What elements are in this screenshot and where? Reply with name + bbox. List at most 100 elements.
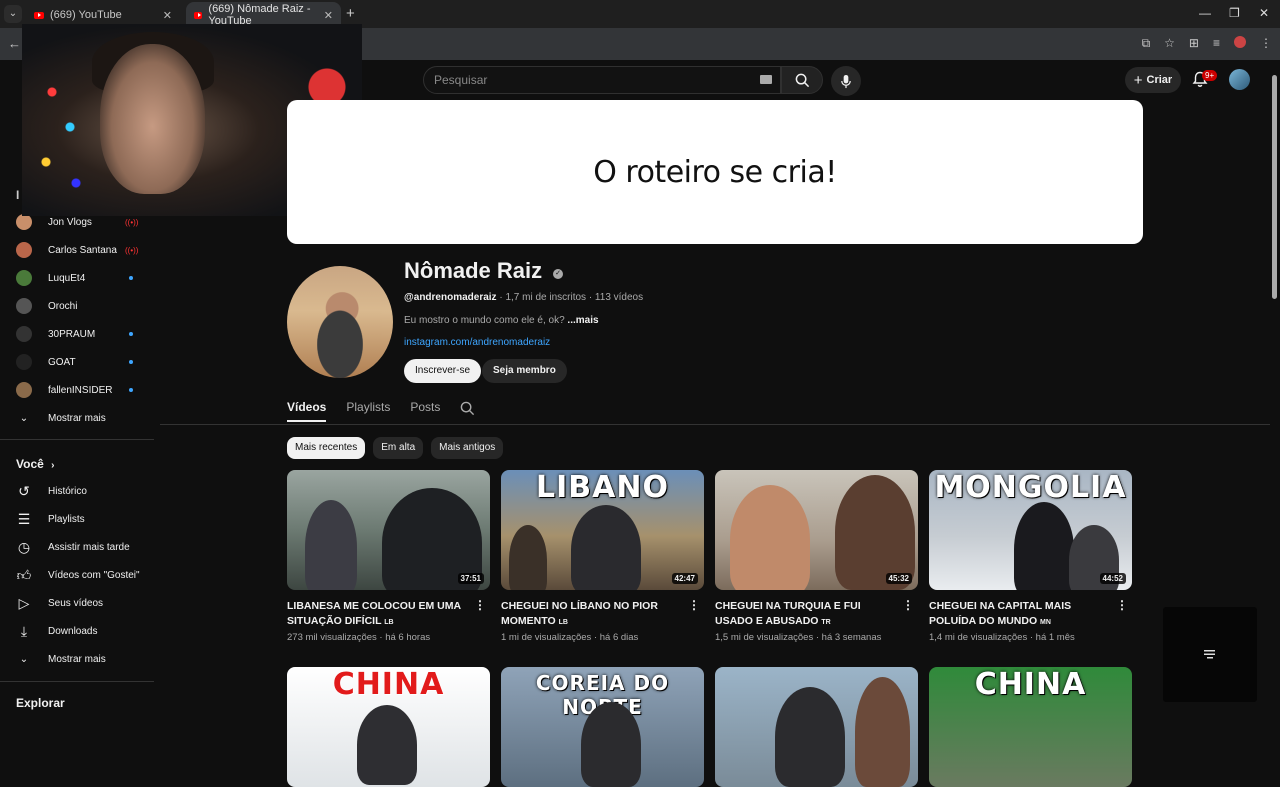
thumbnail-person [730,485,810,590]
menu-kebab-icon[interactable]: ⋮ [1260,36,1272,51]
you-section-heading[interactable]: Você › [16,457,54,471]
sidebar-subscription-item[interactable]: Carlos Santana ((•)) [0,236,155,264]
video-meta: 1,5 mi de visualizações · há 3 semanas [715,632,882,643]
channel-avatar-icon [16,354,32,370]
minimize-icon[interactable]: — [1199,6,1211,20]
subscriptions-show-more[interactable]: ⌄ Mostrar mais [0,404,155,432]
subscribe-button[interactable]: Inscrever-se [404,359,482,383]
video-thumbnail[interactable]: 37:51 [287,470,490,590]
sidebar-item-playlist[interactable]: ☰ Playlists [0,505,155,533]
channel-description[interactable]: Eu mostro o mundo como ele é, ok? ...mai… [404,315,599,326]
video-card[interactable]: LIBANO 42:47 CHEGUEI NO LÍBANO NO PIOR M… [501,470,704,643]
sidebar-subscription-item[interactable]: 30PRAUM [0,320,155,348]
miniplayer[interactable] [1163,607,1257,702]
video-thumbnail[interactable] [715,667,918,787]
chip-oldest[interactable]: Mais antigos [431,437,504,459]
extensions-icon[interactable]: ⊞ [1189,36,1199,51]
sidebar-subscription-item[interactable]: GOAT [0,348,155,376]
channel-avatar [16,326,32,342]
you-show-more[interactable]: ⌄ Mostrar mais [0,645,155,673]
video-menu-icon[interactable]: ⋮ [902,598,914,612]
video-thumbnail[interactable]: 45:32 [715,470,918,590]
tab-search-button[interactable]: ⌄ [4,5,22,23]
search-input[interactable]: Pesquisar [423,66,781,94]
new-tab-button[interactable]: + [346,5,355,22]
video-thumbnail[interactable]: CHINA [287,667,490,787]
video-title[interactable]: CHEGUEI NA TURQUIA E FUI USADO E ABUSADO… [715,599,895,630]
sidebar-item-label: Downloads [48,625,98,637]
sidebar-item-history[interactable]: ↺ Histórico [0,477,155,505]
queue-icon[interactable] [1203,648,1217,660]
tab-posts[interactable]: Posts [410,400,440,422]
explore-section-heading: Explorar [16,696,65,710]
media-controls-icon[interactable]: ≡ [1213,36,1220,51]
subscription-name: Jon Vlogs [48,216,92,228]
back-arrow-icon[interactable]: ← [8,36,21,51]
chip-popular[interactable]: Em alta [373,437,424,459]
sidebar-item-label: Seus vídeos [48,597,104,609]
youtube-favicon-icon [194,11,203,19]
video-thumbnail[interactable]: COREIA DO NORTE [501,667,704,787]
search-button[interactable] [781,66,823,94]
video-card[interactable]: 37:51 LIBANESA ME COLOCOU EM UMA SITUAÇÃ… [287,470,490,643]
video-title[interactable]: CHEGUEI NA CAPITAL MAIS POLUÍDA DO MUNDO… [929,599,1109,630]
new-content-dot-icon [129,388,133,392]
tab-videos[interactable]: Vídeos [287,400,327,422]
channel-name: Nômade Raiz [404,258,543,283]
video-card[interactable]: COREIA DO NORTE [501,667,704,787]
subscription-name: 30PRAUM [48,328,96,340]
sidebar-divider [0,439,154,440]
close-tab-icon[interactable]: ✕ [324,9,333,22]
video-card[interactable]: MONGOLIA 44:52 CHEGUEI NA CAPITAL MAIS P… [929,470,1132,643]
video-card[interactable]: CHINA [929,667,1132,787]
tab-playlists[interactable]: Playlists [346,400,390,422]
sidebar-subscription-item[interactable]: LuquEt4 [0,264,155,292]
video-menu-icon[interactable]: ⋮ [474,598,486,612]
video-menu-icon[interactable]: ⋮ [688,598,700,612]
history-icon: ↺ [18,482,30,499]
voice-search-button[interactable] [831,66,861,96]
channel-link[interactable]: instagram.com/andrenomaderaiz [404,337,550,348]
sidebar-subscription-item[interactable]: fallenINSIDER [0,376,155,404]
channel-avatar-icon [16,214,32,230]
maximize-icon[interactable]: ❐ [1229,6,1240,20]
chevron-down-icon: ⌄ [19,412,29,424]
keyboard-icon[interactable] [760,75,772,84]
video-card[interactable] [715,667,918,787]
video-duration: 42:47 [671,573,698,584]
video-thumbnail[interactable]: MONGOLIA 44:52 [929,470,1132,590]
video-title[interactable]: CHEGUEI NO LÍBANO NO PIOR MOMENTO LB [501,599,681,630]
chip-latest[interactable]: Mais recentes [287,437,366,459]
channel-tabs: Vídeos Playlists Posts [287,400,475,422]
close-tab-icon[interactable]: ✕ [163,9,172,22]
sidebar-item-download[interactable]: ⤓ Downloads [0,617,155,645]
sidebar-subscription-item[interactable]: Orochi [0,292,155,320]
close-window-icon[interactable]: ✕ [1259,6,1269,20]
account-avatar[interactable] [1229,69,1250,90]
video-thumbnail[interactable]: CHINA [929,667,1132,787]
channel-banner: O roteiro se cria! [287,100,1143,244]
profile-icon[interactable] [1234,36,1246,48]
new-content-dot-icon [129,332,133,336]
video-card[interactable]: 45:32 CHEGUEI NA TURQUIA E FUI USADO E A… [715,470,918,643]
video-thumbnail[interactable]: LIBANO 42:47 [501,470,704,590]
microphone-icon [841,74,851,88]
channel-avatar[interactable] [287,266,393,378]
sidebar-item-thumbs-up[interactable]: 👍︎ Vídeos com "Gostei" [0,561,155,589]
sidebar-item-label: Vídeos com "Gostei" [48,569,140,581]
sidebar-item-clock[interactable]: ◷ Assistir mais tarde [0,533,155,561]
join-button[interactable]: Seja membro [482,359,567,383]
sidebar-item-your-videos[interactable]: ▷ Seus vídeos [0,589,155,617]
channel-avatar [16,214,32,230]
create-button[interactable]: + Criar [1125,67,1181,93]
video-card[interactable]: CHINA [287,667,490,787]
video-menu-icon[interactable]: ⋮ [1116,598,1128,612]
bookmark-star-icon[interactable]: ☆ [1164,36,1175,51]
cast-icon[interactable]: ⧉ [1142,36,1151,51]
page-scrollbar[interactable] [1272,75,1277,299]
subscriptions-heading: I [16,188,20,202]
new-content-dot-icon [129,276,133,280]
channel-search-icon[interactable] [460,401,475,416]
browser-toolbar-icons: ⧉ ☆ ⊞ ≡ ⋮ [1142,36,1272,51]
video-title[interactable]: LIBANESA ME COLOCOU EM UMA SITUAÇÃO DIFÍ… [287,599,467,630]
